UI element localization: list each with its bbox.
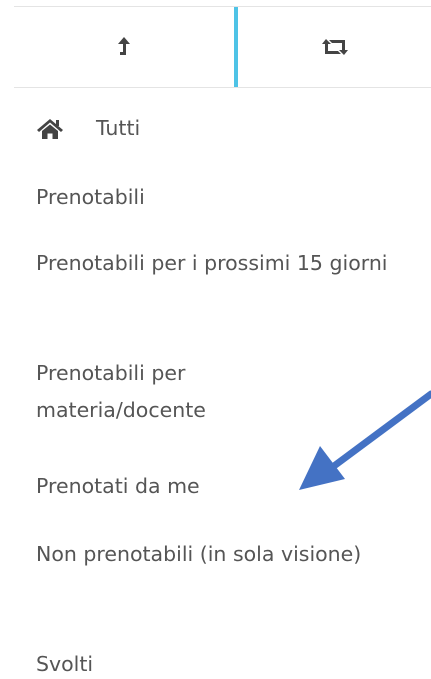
menu-item-tutti-label: Tutti xyxy=(96,116,141,140)
tab-upload[interactable] xyxy=(14,7,234,87)
pointer-arrow-icon xyxy=(299,390,431,490)
menu-item-prenotati-da-me[interactable]: Prenotati da me xyxy=(36,468,200,505)
menu-item-prenotabili-materia-docente[interactable]: Prenotabili per materia/docente xyxy=(36,355,296,429)
menu-item-non-prenotabili[interactable]: Non prenotabili (in sola visione) xyxy=(36,536,376,573)
home-icon xyxy=(37,118,63,139)
tab-bar xyxy=(14,6,431,88)
upload-arrow-icon xyxy=(118,37,130,55)
menu-item-tutti[interactable]: Tutti xyxy=(36,110,140,147)
menu-item-svolti[interactable]: Svolti xyxy=(36,646,93,679)
retweet-sync-icon xyxy=(321,39,348,55)
sidebar-panel: Tutti Prenotabili Prenotabili per i pros… xyxy=(0,0,431,679)
menu-item-prenotabili[interactable]: Prenotabili xyxy=(36,179,145,216)
menu-item-prenotabili-15-giorni[interactable]: Prenotabili per i prossimi 15 giorni xyxy=(36,245,431,282)
tab-sync[interactable] xyxy=(238,7,431,87)
